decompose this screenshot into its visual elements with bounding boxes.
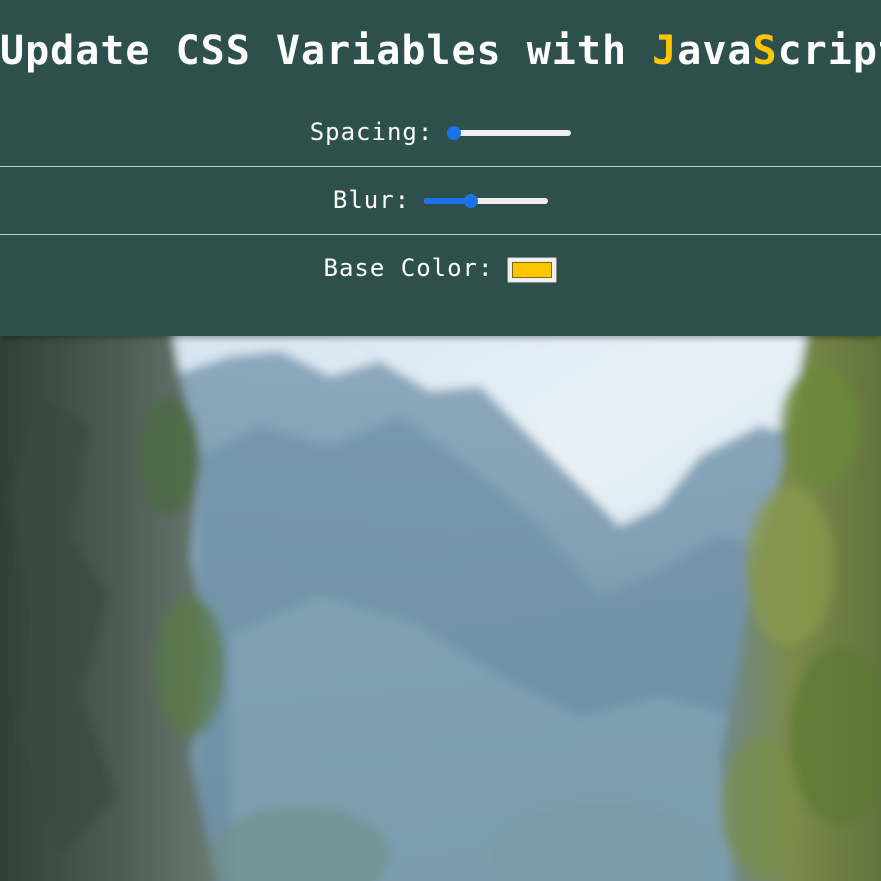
base-color-control: Base Color:	[0, 252, 881, 284]
title-suffix: cript	[777, 28, 881, 74]
spacing-slider-track	[447, 130, 572, 136]
base-color-swatch	[512, 261, 553, 278]
base-color-picker[interactable]	[507, 256, 558, 283]
landscape-image-icon	[0, 336, 881, 881]
blur-label: Blur:	[332, 186, 411, 214]
spacing-slider-thumb[interactable]	[447, 126, 462, 140]
base-color-label: Base Color:	[323, 254, 494, 282]
spacing-control: Spacing:	[0, 116, 881, 148]
spacing-label: Spacing:	[309, 118, 434, 146]
page-title: Update CSS Variables with JavaScript	[0, 24, 881, 78]
divider	[0, 234, 881, 235]
blur-control: Blur:	[0, 184, 881, 216]
title-prefix: Update CSS Variables with	[0, 28, 653, 74]
spacing-slider[interactable]	[447, 125, 572, 141]
landscape-image	[0, 336, 881, 881]
page: Update CSS Variables with JavaScript Spa…	[0, 0, 881, 881]
title-mid: ava	[677, 28, 753, 74]
divider	[0, 166, 881, 167]
title-highlight-s: S	[752, 28, 778, 74]
controls-panel: Update CSS Variables with JavaScript Spa…	[0, 0, 881, 336]
title-highlight-j: J	[652, 28, 678, 74]
blur-slider-thumb[interactable]	[463, 194, 478, 208]
blur-slider[interactable]	[424, 193, 549, 209]
